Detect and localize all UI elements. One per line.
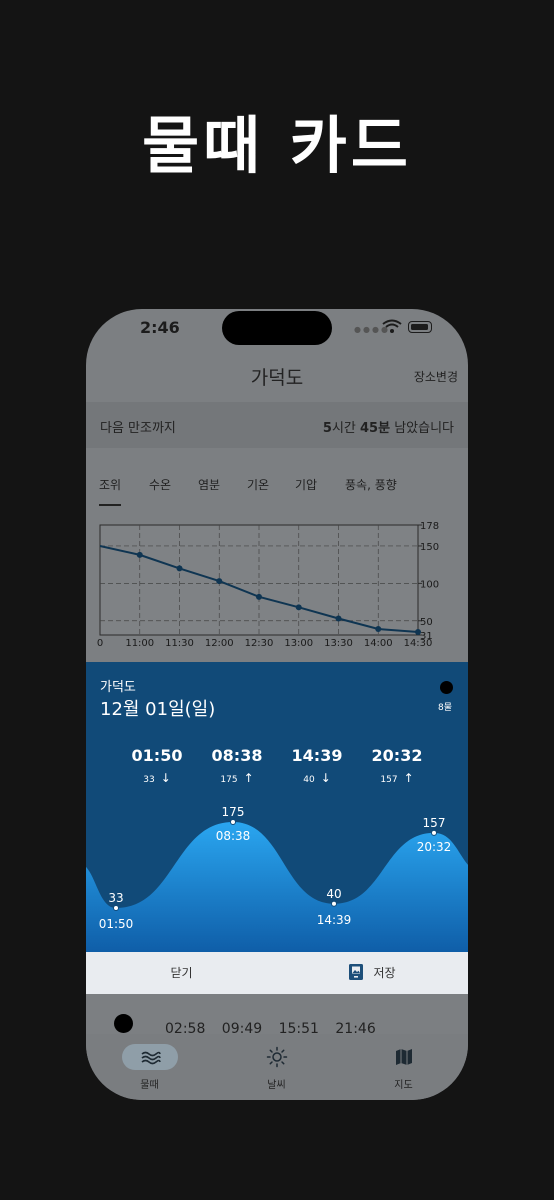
tide-point-height: 33	[108, 891, 123, 905]
y-tick-label: 100	[420, 579, 439, 590]
tab-water-temp[interactable]: 수온	[149, 476, 171, 493]
battery-icon	[408, 321, 432, 333]
tab-air-temp[interactable]: 기온	[247, 476, 269, 493]
close-button[interactable]: 닫기	[86, 952, 277, 994]
tide-point-height: 157	[423, 816, 446, 830]
data-point	[216, 578, 223, 585]
x-tick-label: 13:00	[284, 638, 313, 649]
waves-icon	[141, 1051, 161, 1065]
status-time: 2:46	[140, 318, 180, 337]
tab-salinity[interactable]: 염분	[198, 476, 220, 493]
tide-height: 157	[380, 775, 398, 785]
data-point	[335, 615, 342, 622]
x-tick-label: 11:00	[125, 638, 154, 649]
data-point	[295, 604, 302, 611]
tide-time: 14:39	[291, 746, 343, 765]
data-point	[415, 629, 421, 636]
tide-point	[113, 905, 119, 911]
tide-entry: 20:32 157 ↑	[357, 746, 437, 785]
y-tick-label: 150	[420, 542, 439, 553]
nav-item-weather[interactable]: 날씨	[213, 1034, 340, 1100]
tide-entry: 08:38 175 ↑	[197, 746, 277, 785]
next-high-tide-banner: 다음 만조까지 5시간 45분 남았습니다	[86, 402, 468, 448]
nav-item-map[interactable]: 지도	[340, 1034, 467, 1100]
arrow-down-icon: ↓	[160, 771, 171, 785]
tide-line-chart: 17815010050310 11:00 11:30 12:00 12:30 13:00 1…	[97, 521, 439, 649]
tide-point-time: 08:38	[216, 829, 251, 843]
x-tick-label: 14:00	[364, 638, 393, 649]
tide-point	[431, 829, 437, 836]
chart-tabs: 조위 수온 염분 기온 기압 풍속, 풍향	[86, 469, 468, 509]
y-tick-label: 178	[420, 521, 439, 532]
save-image-icon	[349, 964, 364, 980]
tide-point-height: 175	[222, 805, 245, 819]
map-icon	[396, 1049, 412, 1065]
x-tick-label: 0	[97, 638, 103, 649]
nav-label: 날씨	[267, 1080, 286, 1091]
tab-indicator	[99, 504, 121, 506]
tide-point-time: 14:39	[317, 913, 352, 927]
bottom-nav: 물때 날씨 지도	[86, 1034, 468, 1100]
dynamic-island	[222, 311, 332, 345]
change-location-button[interactable]: 장소변경	[414, 368, 458, 385]
tide-point-time: 01:50	[99, 917, 134, 931]
moon-phase-label: 8물	[438, 703, 453, 713]
next-high-tide-label: 다음 만조까지	[100, 421, 176, 436]
x-tick-label: 12:00	[205, 638, 234, 649]
save-button[interactable]: 저장	[277, 952, 468, 994]
tide-point-time: 20:32	[417, 840, 452, 854]
promo-title: 물때 카드	[142, 109, 412, 182]
tide-point	[230, 819, 236, 825]
moon-phase-icon	[114, 1014, 133, 1033]
tide-card: 가덕도 12월 01일(일) 8물 01:50 33 ↓ 08:38 175 ↑ 1…	[86, 662, 468, 952]
wave-area	[86, 822, 468, 952]
tide-entry: 01:50 33 ↓	[117, 746, 197, 785]
nav-label: 물때	[140, 1080, 159, 1091]
arrow-down-icon: ↓	[320, 771, 331, 785]
phone-screen: 2:46 ●●●● 가덕도 장소변경 다음 만조까지 5시간 45분 남았습니다…	[86, 309, 468, 1100]
page-title: 가덕도	[250, 367, 304, 389]
tide-point-height: 40	[326, 887, 341, 901]
sun-icon	[266, 1046, 288, 1068]
tab-tide-level[interactable]: 조위	[99, 476, 121, 493]
x-tick-label: 11:30	[165, 638, 194, 649]
nav-item-tide[interactable]: 물때	[86, 1034, 213, 1100]
data-point	[256, 593, 262, 600]
tide-point	[331, 900, 337, 907]
tide-time: 08:38	[211, 746, 263, 765]
moon-phase-icon	[440, 681, 453, 694]
tab-wind[interactable]: 풍속, 풍향	[345, 476, 397, 493]
tide-entry: 14:39 40 ↓	[277, 746, 357, 785]
card-location: 가덕도	[100, 680, 136, 695]
wifi-icon	[382, 319, 402, 333]
tide-wave-chart: 33 01:50 175 08:38 40 14:39 157 20:32	[86, 805, 468, 952]
data-point	[375, 626, 382, 633]
data-point	[176, 565, 183, 572]
next-day-tide-times: 02:58 09:49 15:51 21:46	[165, 1021, 376, 1033]
arrow-up-icon: ↑	[243, 771, 254, 785]
data-point	[136, 551, 143, 558]
x-tick-label: 12:30	[245, 638, 274, 649]
y-tick-label: 50	[420, 617, 433, 628]
x-tick-label: 14:30	[404, 638, 433, 649]
card-action-bar: 닫기 저장	[86, 952, 468, 994]
tide-height: 33	[143, 775, 155, 785]
next-high-tide-countdown: 5시간 45분 남았습니다	[322, 421, 454, 436]
card-date: 12월 01일(일)	[100, 699, 216, 720]
tide-time: 01:50	[131, 746, 183, 765]
nav-label: 지도	[394, 1080, 413, 1091]
tab-pressure[interactable]: 기압	[295, 476, 317, 493]
tide-time: 20:32	[371, 746, 423, 765]
arrow-up-icon: ↑	[403, 771, 414, 785]
tide-height: 175	[220, 775, 238, 785]
x-tick-label: 13:30	[324, 638, 353, 649]
tide-height: 40	[303, 775, 315, 785]
